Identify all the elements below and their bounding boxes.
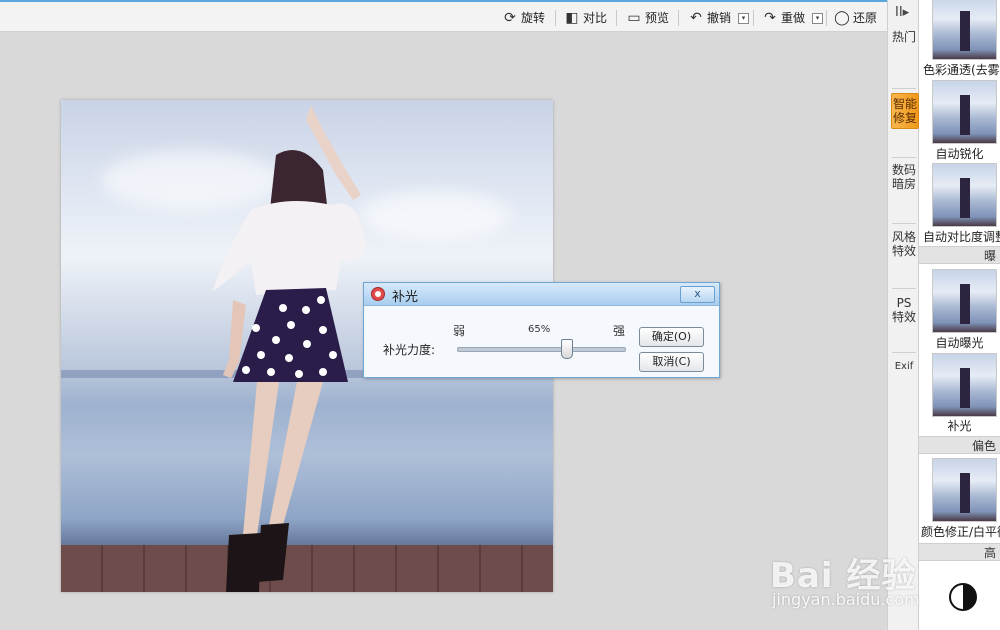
undo-label: 撤销: [707, 11, 732, 25]
preview-icon: ▭: [627, 10, 641, 26]
toolbar-divider: [555, 10, 556, 26]
collapse-panel-icon[interactable]: II▸: [895, 5, 909, 20]
compare-icon: ◧: [565, 10, 579, 26]
effects-panel: 色彩通透(去雾 自动锐化 自动对比度调整 曝 自动曝光 补光 偏色 颜色修正/白…: [919, 0, 1000, 630]
effect-label: 自动对比度调整: [923, 230, 1000, 244]
effect-label: 自动锐化: [935, 147, 984, 161]
effect-thumbnail[interactable]: [932, 163, 997, 227]
tab-ps-effects[interactable]: PS特效: [891, 296, 917, 324]
contrast-icon[interactable]: [949, 583, 977, 611]
tab-divider: [892, 157, 916, 158]
effect-thumbnail[interactable]: [932, 353, 997, 417]
toolbar-divider: [678, 10, 679, 26]
redo-icon: ↷: [764, 10, 776, 26]
section-header[interactable]: 曝: [919, 246, 1000, 264]
restore-icon: ◯: [834, 10, 850, 26]
app-logo-icon: [371, 287, 385, 301]
undo-icon: ↶: [690, 10, 702, 26]
compare-button[interactable]: ◧ 对比: [564, 8, 607, 28]
toolbar-divider: [753, 10, 754, 26]
section-header[interactable]: 偏色: [919, 436, 1000, 454]
tab-exif[interactable]: Exif: [891, 360, 917, 374]
watermark-url: jingyan.baidu.com: [772, 590, 920, 609]
strong-label: 强: [613, 324, 626, 338]
weak-label: 弱: [453, 324, 466, 338]
tab-divider: [892, 288, 916, 289]
restore-button[interactable]: ◯ 还原: [834, 8, 877, 28]
effect-label: 自动曝光: [935, 336, 984, 350]
strength-label: 补光力度:: [383, 343, 436, 357]
thumbnail-figure: [960, 11, 970, 51]
restore-label: 还原: [853, 11, 878, 25]
fill-light-dialog: 补光 x 补光力度: 弱 65% 强 确定(O) 取消(C): [363, 282, 720, 378]
tab-divider: [892, 88, 916, 89]
toolbar-divider: [616, 10, 617, 26]
undo-button[interactable]: ↶ 撤销 ▾: [688, 8, 750, 28]
tab-digital-darkroom[interactable]: 数码暗房: [891, 163, 917, 191]
effect-thumbnail[interactable]: [932, 80, 997, 144]
undo-dropdown-icon[interactable]: ▾: [738, 12, 750, 24]
strength-slider-handle[interactable]: [560, 339, 573, 359]
tab-style-effects[interactable]: 风格特效: [891, 230, 917, 258]
effect-label: 补光: [947, 419, 972, 433]
rotate-label: 旋转: [521, 11, 546, 25]
effect-label: 色彩通透(去雾: [923, 63, 1000, 77]
section-header[interactable]: 高: [919, 543, 1000, 561]
thumbnail-figure: [960, 368, 970, 408]
ok-button[interactable]: 确定(O): [639, 327, 704, 347]
effect-thumbnail[interactable]: [932, 458, 997, 522]
strength-slider-track[interactable]: [457, 347, 626, 352]
thumbnail-figure: [960, 178, 970, 218]
dialog-title: 补光: [392, 290, 419, 305]
category-tab-strip: II▸ 热门 智能修复 数码暗房 风格特效 PS特效 Exif: [887, 0, 919, 630]
effect-label: 颜色修正/白平衡: [921, 525, 1000, 539]
tab-divider: [892, 223, 916, 224]
thumbnail-figure: [960, 473, 970, 513]
strength-value: 65%: [528, 324, 551, 335]
top-toolbar: ⟳ 旋转 ◧ 对比 ▭ 预览 ↶ 撤销 ▾ ↷ 重做 ▾ ◯ 还原: [0, 0, 887, 32]
redo-dropdown-icon[interactable]: ▾: [812, 12, 824, 24]
rotate-icon: ⟳: [504, 10, 516, 26]
effect-thumbnail[interactable]: [932, 0, 997, 60]
toolbar-divider: [826, 10, 827, 26]
tab-divider: [892, 352, 916, 353]
dialog-title-bar[interactable]: 补光 x: [364, 283, 719, 306]
tab-smart-repair[interactable]: 智能修复: [891, 93, 919, 129]
preview-label: 预览: [645, 11, 670, 25]
compare-label: 对比: [583, 11, 608, 25]
cancel-button[interactable]: 取消(C): [639, 352, 704, 372]
redo-button[interactable]: ↷ 重做 ▾: [762, 8, 824, 28]
thumbnail-figure: [960, 284, 970, 324]
close-button[interactable]: x: [680, 286, 715, 303]
redo-label: 重做: [781, 11, 806, 25]
rotate-button[interactable]: ⟳ 旋转: [502, 8, 545, 28]
preview-button[interactable]: ▭ 预览: [626, 8, 669, 28]
effect-thumbnail[interactable]: [932, 269, 997, 333]
thumbnail-figure: [960, 95, 970, 135]
tab-hot[interactable]: 热门: [891, 30, 917, 44]
